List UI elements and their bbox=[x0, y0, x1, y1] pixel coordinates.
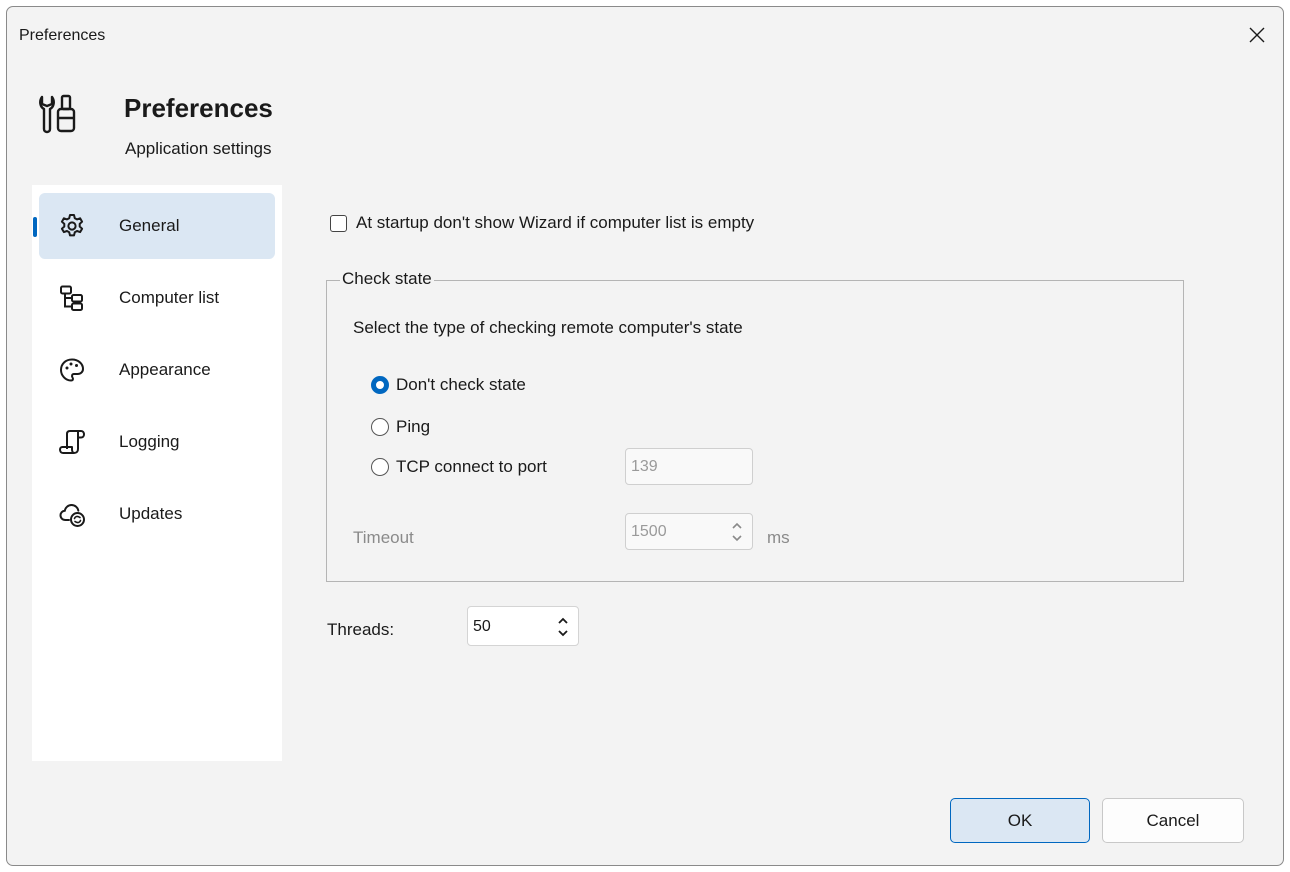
wizard-checkbox[interactable] bbox=[330, 214, 347, 232]
sidebar-item-appearance[interactable]: Appearance bbox=[39, 337, 275, 403]
sidebar-item-label: Appearance bbox=[119, 360, 211, 379]
spin-arrows-icon[interactable] bbox=[730, 521, 744, 543]
radio-button[interactable] bbox=[371, 458, 389, 476]
sidebar-item-logging[interactable]: Logging bbox=[39, 409, 275, 475]
selection-indicator bbox=[33, 217, 37, 237]
spin-arrows-icon[interactable] bbox=[556, 616, 570, 638]
gear-icon bbox=[60, 214, 84, 237]
wrench-screwdriver-icon bbox=[39, 94, 76, 134]
wizard-checkbox-label: At startup don't show Wizard if computer… bbox=[356, 213, 755, 232]
threads-value: 50 bbox=[473, 618, 491, 635]
title-bar: Preferences bbox=[7, 7, 1283, 65]
palette-icon bbox=[60, 358, 84, 382]
close-icon bbox=[1249, 27, 1265, 43]
wizard-checkbox-row[interactable]: At startup don't show Wizard if computer… bbox=[330, 213, 754, 233]
radio-label: TCP connect to port bbox=[396, 457, 547, 476]
radio-label: Don't check state bbox=[396, 375, 526, 394]
sidebar: General Computer list Appearance Logging… bbox=[32, 185, 282, 761]
sidebar-item-label: Computer list bbox=[119, 288, 220, 307]
radio-button-selected[interactable] bbox=[371, 376, 389, 394]
close-button[interactable] bbox=[1245, 23, 1269, 47]
check-state-legend: Check state bbox=[340, 269, 434, 289]
sidebar-item-label: General bbox=[119, 216, 180, 235]
sidebar-item-computer-list[interactable]: Computer list bbox=[39, 265, 275, 331]
radio-ping[interactable]: Ping bbox=[371, 417, 430, 437]
sidebar-item-general[interactable]: General bbox=[33, 193, 275, 259]
ok-button[interactable]: OK bbox=[950, 798, 1090, 843]
timeout-label: Timeout bbox=[353, 528, 414, 547]
window-title: Preferences bbox=[19, 27, 106, 44]
timeout-unit: ms bbox=[767, 528, 790, 547]
check-state-description: Select the type of checking remote compu… bbox=[353, 318, 743, 337]
page-subtitle: Application settings bbox=[125, 139, 272, 158]
radio-tcp-connect[interactable]: TCP connect to port bbox=[371, 457, 547, 477]
cloud-sync-icon bbox=[59, 503, 85, 527]
timeout-value: 1500 bbox=[631, 523, 667, 540]
page-title: Preferences bbox=[124, 93, 273, 123]
preferences-dialog: Preferences Preferences Application sett… bbox=[6, 6, 1284, 866]
timeout-spinbox[interactable]: 1500 bbox=[625, 513, 753, 550]
cancel-button[interactable]: Cancel bbox=[1102, 798, 1244, 843]
scroll-icon bbox=[59, 430, 85, 454]
tree-icon bbox=[60, 285, 83, 311]
radio-label: Ping bbox=[396, 417, 431, 436]
sidebar-item-label: Logging bbox=[119, 432, 180, 451]
sidebar-item-updates[interactable]: Updates bbox=[39, 481, 275, 547]
port-input[interactable]: 139 bbox=[625, 448, 753, 485]
sidebar-item-label: Updates bbox=[119, 504, 183, 523]
threads-label: Threads: bbox=[327, 620, 395, 639]
radio-button[interactable] bbox=[371, 418, 389, 436]
radio-dont-check-state[interactable]: Don't check state bbox=[371, 375, 526, 395]
threads-spinbox[interactable]: 50 bbox=[467, 606, 579, 646]
